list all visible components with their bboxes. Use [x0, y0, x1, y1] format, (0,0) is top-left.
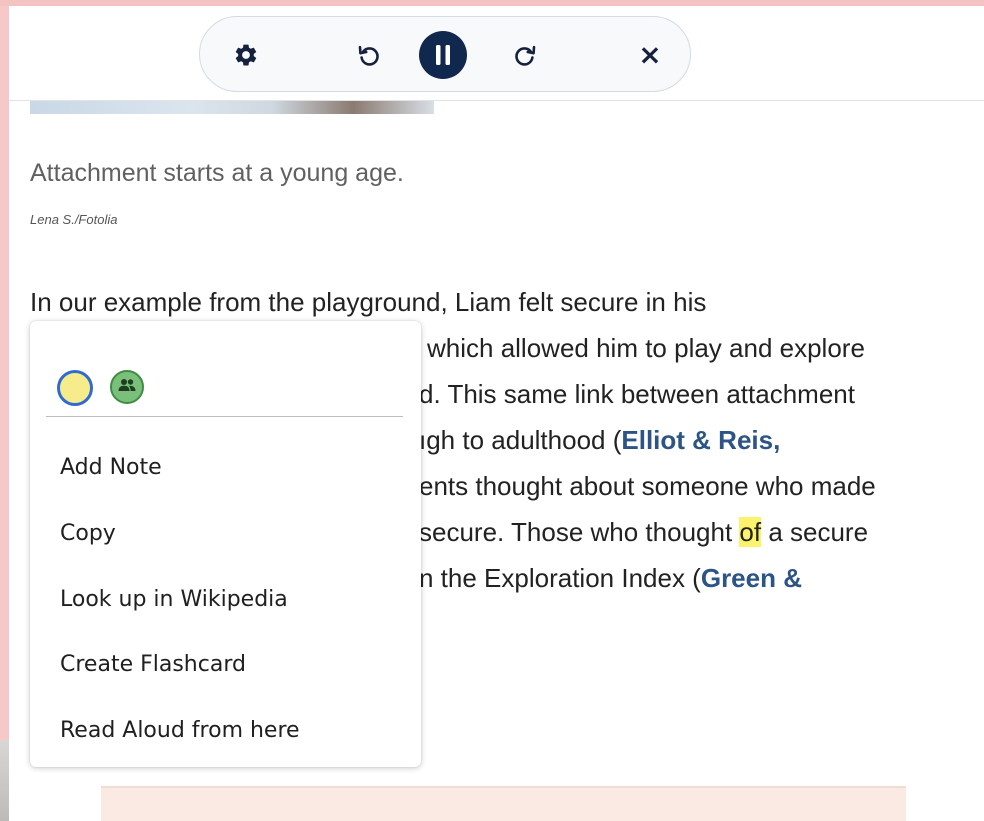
- pause-button[interactable]: [419, 31, 467, 79]
- wikipedia-lookup-menu-item[interactable]: Look up in Wikipedia: [60, 587, 288, 612]
- gear-icon: [233, 42, 259, 68]
- paragraph-line-6: secure. Those who thought of a secure: [419, 517, 868, 548]
- figure-image: [30, 100, 434, 114]
- figure-caption: Attachment starts at a young age.: [30, 159, 404, 187]
- close-icon: ×: [638, 38, 662, 71]
- pause-icon: [433, 44, 453, 66]
- add-note-menu-item[interactable]: Add Note: [60, 455, 162, 480]
- figure-credit: Lena S./Fotolia: [30, 212, 118, 227]
- forward-button[interactable]: [505, 35, 545, 75]
- read-aloud-toolbar: ×: [199, 16, 691, 92]
- header-divider: [9, 100, 984, 101]
- callout-box: [101, 786, 906, 821]
- citation-link[interactable]: Green &: [701, 563, 802, 593]
- paragraph-text: secure. Those who thought: [419, 517, 740, 547]
- close-button[interactable]: ×: [630, 35, 670, 75]
- selection-context-menu: Add Note Copy Look up in Wikipedia Creat…: [30, 321, 421, 767]
- rewind-button[interactable]: [349, 35, 389, 75]
- read-aloud-current-word: of: [739, 517, 762, 547]
- menu-divider: [46, 416, 403, 417]
- rotate-cw-icon: [513, 43, 537, 67]
- paragraph-line-2: which allowed him to play and explore: [427, 333, 865, 363]
- highlight-color-green-shared[interactable]: [110, 370, 144, 404]
- paragraph-line-3: d. This same link between attachment: [419, 379, 855, 409]
- paragraph-text: a secure: [761, 517, 869, 547]
- paragraph-text: n the Exploration Index (: [419, 563, 701, 593]
- paragraph-line-1: In our example from the playground, Liam…: [30, 287, 707, 317]
- rotate-ccw-icon: [357, 43, 381, 67]
- reader-page: × Attachment starts at a young age. Lena…: [9, 6, 984, 821]
- paragraph-text: ıgh to adulthood (: [419, 425, 622, 455]
- paragraph-line-4: ıgh to adulthood (Elliot & Reis,: [419, 425, 780, 456]
- create-flashcard-menu-item[interactable]: Create Flashcard: [60, 652, 246, 677]
- copy-menu-item[interactable]: Copy: [60, 521, 116, 546]
- paragraph-line-7: n the Exploration Index (Green &: [419, 563, 802, 594]
- settings-button[interactable]: [226, 35, 266, 75]
- highlight-color-yellow[interactable]: [57, 370, 93, 406]
- citation-link[interactable]: Elliot & Reis,: [621, 425, 780, 455]
- left-edge-shadow: [0, 740, 9, 821]
- paragraph-line-5: ents thought about someone who made: [419, 471, 876, 501]
- read-aloud-menu-item[interactable]: Read Aloud from here: [60, 718, 300, 743]
- group-icon: [117, 377, 137, 398]
